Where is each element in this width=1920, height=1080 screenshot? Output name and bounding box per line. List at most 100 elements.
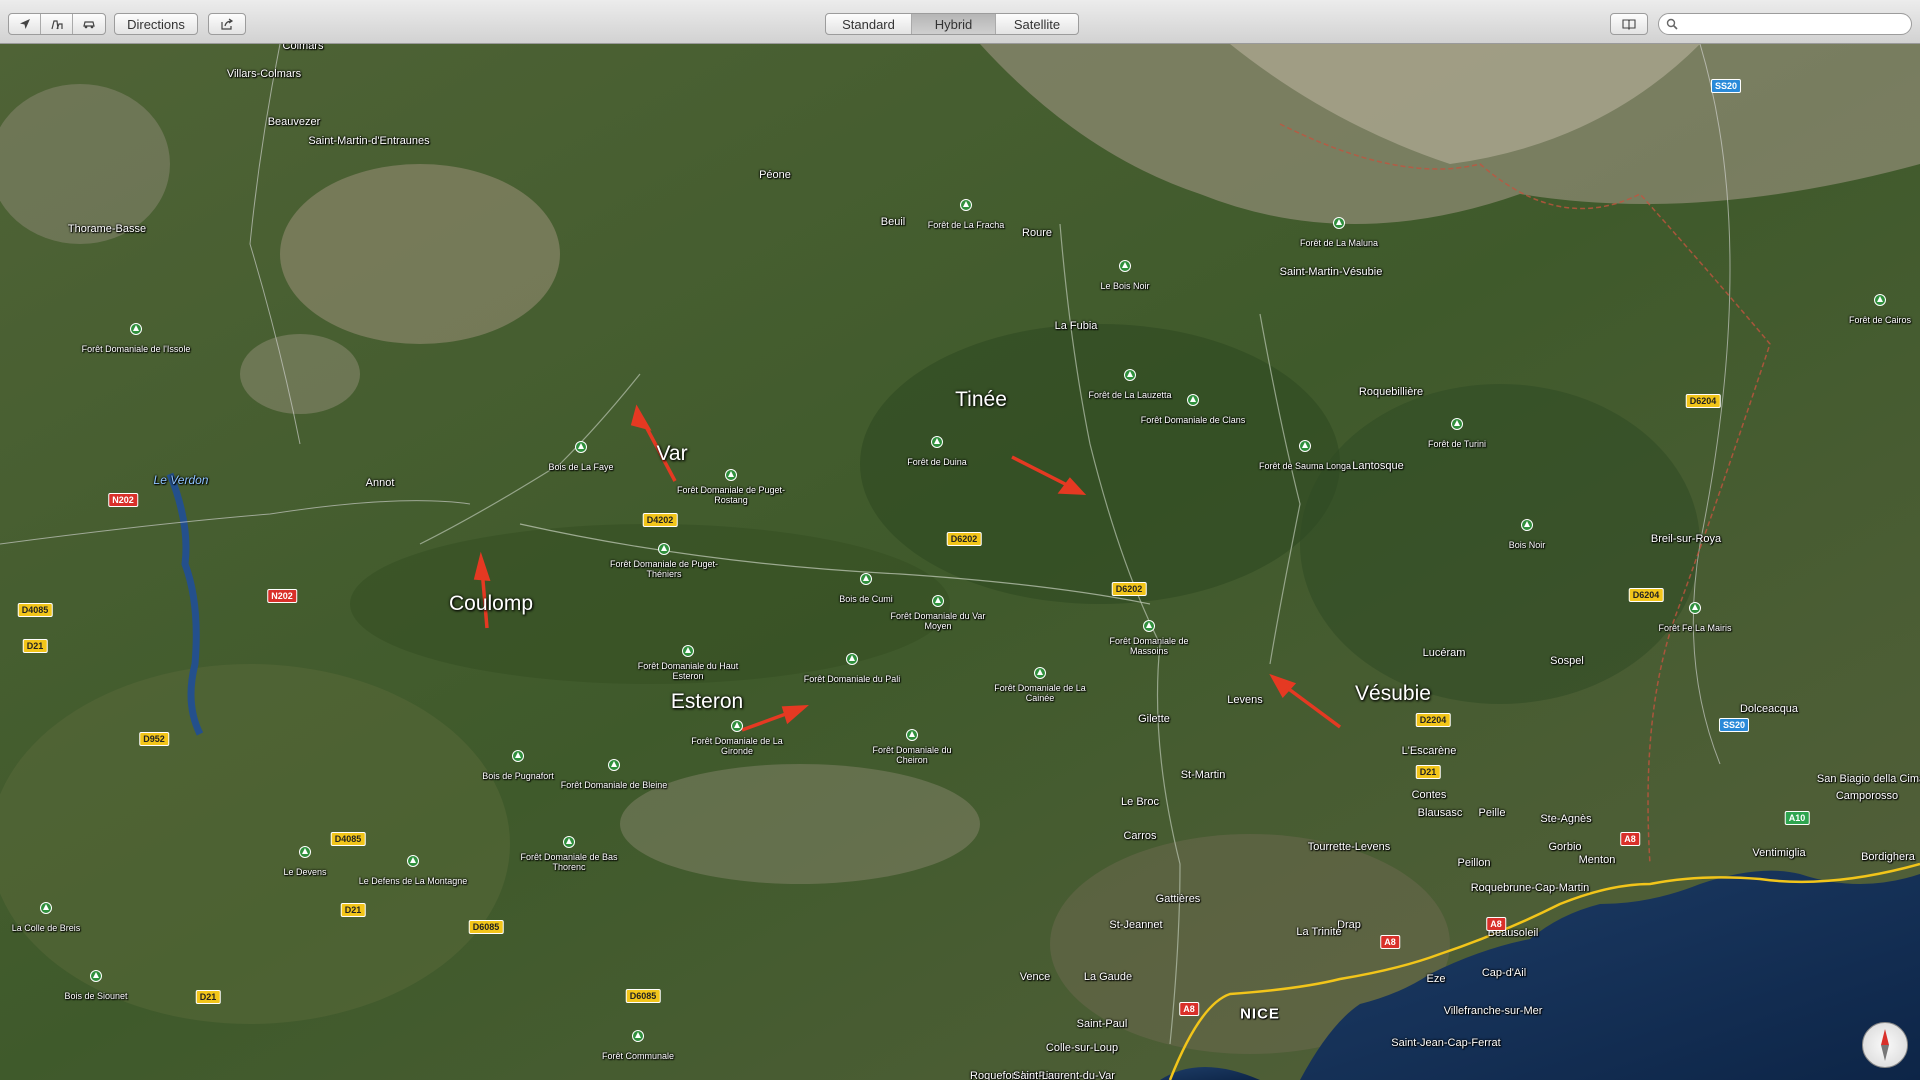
share-icon — [221, 18, 234, 30]
place-label[interactable]: Peille — [1479, 807, 1506, 819]
forest-label[interactable]: Forêt Domaniale du Pali — [797, 674, 907, 684]
current-location-button[interactable] — [9, 14, 41, 34]
satellite-mode-button[interactable]: Satellite — [996, 14, 1078, 34]
place-label[interactable]: Saint-Jean-Cap-Ferrat — [1391, 1037, 1500, 1049]
place-label[interactable]: Saint-Paul — [1077, 1018, 1128, 1030]
forest-label[interactable]: Forêt Domaniale du Var Moyen — [883, 611, 993, 631]
road-shield: D6202 — [1111, 582, 1147, 596]
place-label[interactable]: Roquebrune-Cap-Martin — [1471, 882, 1590, 894]
forest-label[interactable]: Forêt Fe La Mairis — [1640, 623, 1750, 633]
place-label[interactable]: Menton — [1579, 854, 1616, 866]
map-mode-segmented: Standard Hybrid Satellite — [825, 13, 1079, 35]
forest-label[interactable]: Forêt de Sauma Longa — [1250, 461, 1360, 471]
traffic-button[interactable] — [73, 14, 105, 34]
place-label[interactable]: Lantosque — [1352, 460, 1403, 472]
place-label[interactable]: Annot — [366, 477, 395, 489]
forest-label[interactable]: Forêt Domaniale de Clans — [1138, 415, 1248, 425]
forest-label[interactable]: Forêt Domaniale de La Gironde — [682, 736, 792, 756]
forest-label[interactable]: Forêt de La Fracha — [911, 220, 1021, 230]
forest-label[interactable]: Bois de Siounet — [41, 991, 151, 1001]
forest-label[interactable]: Forêt de La Maluna — [1284, 238, 1394, 248]
place-label[interactable]: Breil-sur-Roya — [1651, 533, 1721, 545]
place-label[interactable]: La Gaude — [1084, 971, 1132, 983]
place-label[interactable]: La Fubia — [1055, 320, 1098, 332]
place-label[interactable]: Saint-Martin-Vésubie — [1280, 266, 1383, 278]
place-label[interactable]: Sospel — [1550, 655, 1584, 667]
tree-icon — [860, 573, 872, 585]
forest-label[interactable]: La Colle de Breis — [0, 923, 101, 933]
place-label[interactable]: Ste-Agnès — [1540, 813, 1591, 825]
place-label[interactable]: Tourrette-Levens — [1308, 841, 1391, 853]
forest-label[interactable]: Bois de Cumi — [811, 594, 921, 604]
directions-button[interactable]: Directions — [115, 14, 197, 34]
place-label[interactable]: Peillon — [1457, 857, 1490, 869]
forest-label[interactable]: Forêt Domaniale de Puget-Rostang — [676, 485, 786, 505]
place-label[interactable]: L'Escarène — [1402, 745, 1457, 757]
place-label[interactable]: Ventimiglia — [1752, 847, 1805, 859]
forest-label[interactable]: Forêt Domaniale du Haut Esteron — [633, 661, 743, 681]
forest-label[interactable]: Forêt de Cairos — [1825, 315, 1920, 325]
place-label[interactable]: Gilette — [1138, 713, 1170, 725]
place-label[interactable]: Le Broc — [1121, 796, 1159, 808]
map-canvas[interactable]: Colmars Villars-Colmars Beauvezer Saint-Mar… — [0, 44, 1920, 1080]
place-label[interactable]: Beuil — [881, 216, 905, 228]
forest-label[interactable]: Forêt de Turini — [1402, 439, 1512, 449]
place-label[interactable]: Colle-sur-Loup — [1046, 1042, 1118, 1054]
search-icon — [1666, 18, 1678, 30]
bookmarks-button[interactable] — [1611, 14, 1647, 34]
place-label[interactable]: Cap-d'Ail — [1482, 967, 1526, 979]
place-label[interactable]: Eze — [1427, 973, 1446, 985]
forest-label[interactable]: Forêt Domaniale de Bleine — [559, 780, 669, 790]
place-label[interactable]: Blausasc — [1418, 807, 1463, 819]
forest-label[interactable]: Forêt Domaniale de l'Issole — [81, 344, 191, 354]
place-label[interactable]: Saint-Martin-d'Entraunes — [308, 135, 429, 147]
place-label[interactable]: Péone — [759, 169, 791, 181]
place-label[interactable]: Vence — [1020, 971, 1051, 983]
3d-view-button[interactable] — [41, 14, 73, 34]
place-label[interactable]: St-Martin — [1181, 769, 1226, 781]
share-button[interactable] — [209, 14, 245, 34]
forest-label[interactable]: Le Defens de La Montagne — [358, 876, 468, 886]
forest-label[interactable]: Bois Noir — [1472, 540, 1582, 550]
place-label[interactable]: Villefranche-sur-Mer — [1444, 1005, 1543, 1017]
place-label[interactable]: Dolceacqua — [1740, 703, 1798, 715]
forest-label[interactable]: Forêt Communale — [583, 1051, 693, 1061]
place-label[interactable]: Saint-Laurent-du-Var — [1013, 1070, 1115, 1080]
search-field[interactable] — [1658, 13, 1912, 35]
place-label[interactable]: Gattières — [1156, 893, 1201, 905]
place-label[interactable]: Thorame-Basse — [68, 223, 146, 235]
place-label[interactable]: Lucéram — [1423, 647, 1466, 659]
search-input[interactable] — [1683, 16, 1907, 34]
place-label[interactable]: Carros — [1123, 830, 1156, 842]
forest-label[interactable]: Le Devens — [250, 867, 360, 877]
place-label[interactable]: La Trinité — [1296, 926, 1341, 938]
forest-label[interactable]: Forêt de La Lauzetta — [1075, 390, 1185, 400]
forest-label[interactable]: Forêt Domaniale de Massoins — [1094, 636, 1204, 656]
place-label[interactable]: Levens — [1227, 694, 1262, 706]
place-label[interactable]: Gorbio — [1548, 841, 1581, 853]
place-label[interactable]: St-Jeannet — [1109, 919, 1162, 931]
tree-icon — [931, 436, 943, 448]
forest-label[interactable]: Le Bois Noir — [1070, 281, 1180, 291]
forest-label[interactable]: Bois de Pugnafort — [463, 771, 573, 781]
place-label[interactable]: Beauvezer — [268, 116, 321, 128]
hybrid-mode-button[interactable]: Hybrid — [912, 14, 996, 34]
tree-icon — [608, 759, 620, 771]
place-label[interactable]: Roure — [1022, 227, 1052, 239]
place-label[interactable]: Villars-Colmars — [227, 68, 301, 80]
place-label[interactable]: Contes — [1412, 789, 1447, 801]
place-label[interactable]: Roquebillière — [1359, 386, 1423, 398]
standard-mode-button[interactable]: Standard — [826, 14, 912, 34]
forest-label[interactable]: Forêt Domaniale de Bas Thorenc — [514, 852, 624, 872]
city-label[interactable]: NICE — [1240, 1006, 1280, 1023]
forest-label[interactable]: Forêt Domaniale du Cheiron — [857, 745, 967, 765]
place-label[interactable]: Colmars — [283, 44, 324, 52]
place-label[interactable]: Bordighera — [1861, 851, 1915, 863]
compass-button[interactable] — [1862, 1022, 1908, 1068]
forest-label[interactable]: Forêt Domaniale de Puget-Théniers — [609, 559, 719, 579]
forest-label[interactable]: Forêt de Duina — [882, 457, 992, 467]
forest-label[interactable]: Forêt Domaniale de La Cainée — [985, 683, 1095, 703]
place-label[interactable]: San Biagio della Cima — [1817, 773, 1920, 785]
forest-label[interactable]: Bois de La Faye — [526, 462, 636, 472]
place-label[interactable]: Camporosso — [1836, 790, 1898, 802]
